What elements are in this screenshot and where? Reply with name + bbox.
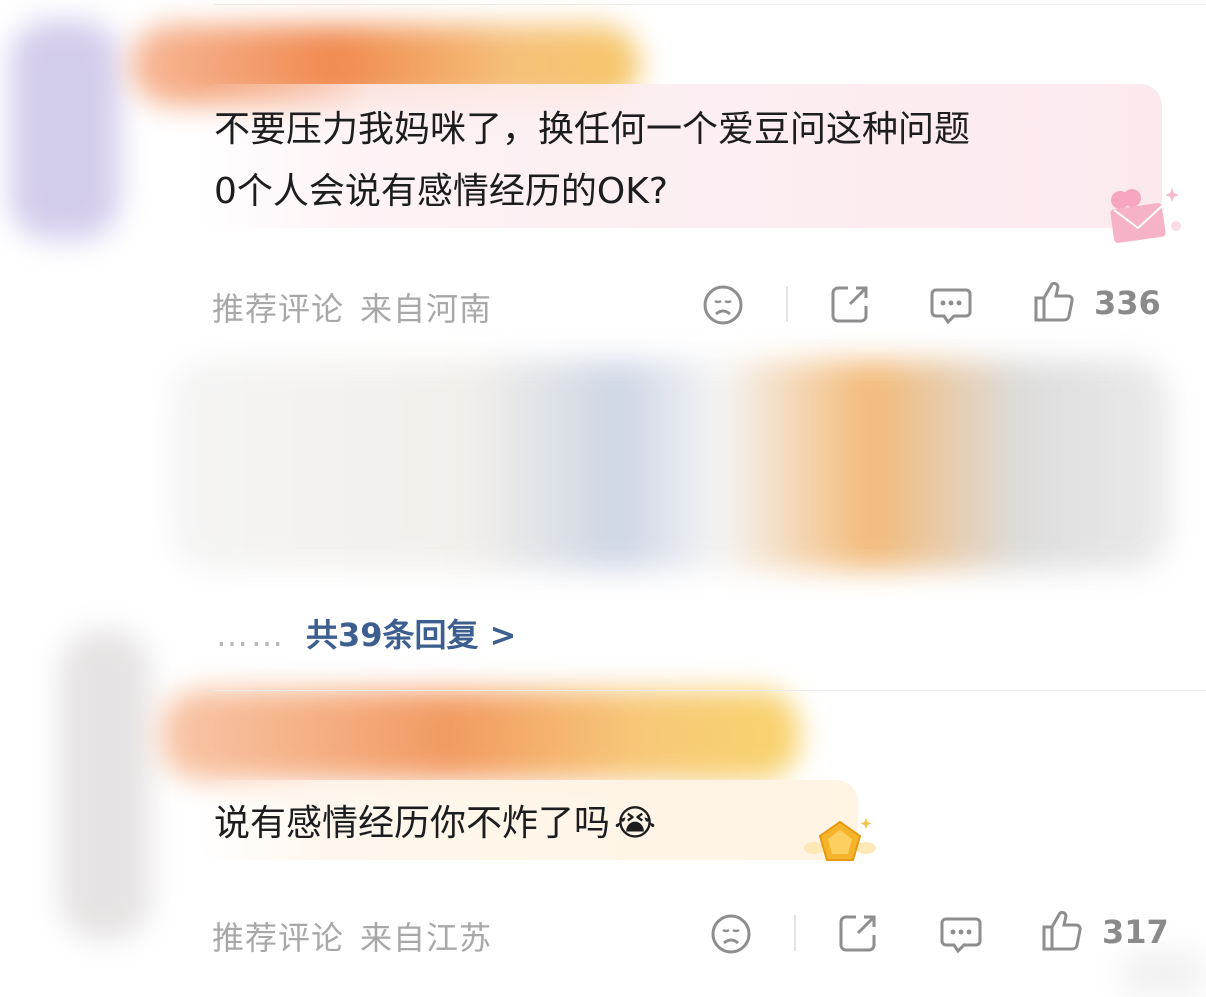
comment-meta-1: 推荐评论 来自河南 <box>212 284 492 330</box>
comment-divider <box>214 690 1206 691</box>
crying-emoji-icon: 😭 <box>614 803 657 844</box>
share-icon <box>831 286 868 323</box>
blurred-reply-preview <box>170 360 1170 570</box>
blurred-corner <box>1120 950 1206 997</box>
reply-button[interactable] <box>936 909 986 959</box>
comment-text-line-1: 不要压力我妈咪了，换任何一个爱豆问这种问题 <box>214 109 971 150</box>
view-replies-link[interactable]: …… 共39条回复 > <box>216 610 517 656</box>
reply-button[interactable] <box>926 280 976 330</box>
location-label: 来自江苏 <box>360 919 493 957</box>
recommended-tag: 推荐评论 <box>212 919 345 957</box>
thumbs-up-icon <box>1042 910 1082 951</box>
comment-text-line-2: 0个人会说有感情经历的OK? <box>214 171 668 212</box>
share-button[interactable] <box>826 280 874 328</box>
comment-meta-2: 推荐评论 来自江苏 <box>212 913 492 959</box>
action-divider <box>786 286 788 322</box>
dislike-button[interactable] <box>700 282 746 328</box>
top-divider <box>214 4 1206 5</box>
share-icon <box>839 915 876 952</box>
comment-icon <box>940 917 982 954</box>
comment-text-2: 说有感情经历你不炸了吗 😭 <box>214 796 656 852</box>
replies-dots: …… <box>216 616 286 654</box>
pentagon-badge-sticker <box>800 814 880 874</box>
heart-envelope-sticker <box>1102 180 1186 250</box>
action-divider <box>794 915 796 951</box>
comment-text-2-body: 说有感情经历你不炸了吗 <box>214 803 611 844</box>
share-button[interactable] <box>834 909 882 957</box>
sad-face-icon <box>711 914 751 954</box>
comment-icon <box>930 288 972 325</box>
blurred-username-2 <box>160 690 800 780</box>
sad-face-icon <box>703 285 743 325</box>
dislike-button[interactable] <box>708 911 754 957</box>
like-count-1: 336 <box>1094 284 1161 322</box>
recommended-tag: 推荐评论 <box>212 290 345 328</box>
location-label: 来自河南 <box>360 290 493 328</box>
thumbs-up-icon <box>1034 281 1074 322</box>
blurred-avatar-2 <box>60 630 150 940</box>
like-count-2: 317 <box>1102 913 1169 951</box>
like-button[interactable] <box>1030 278 1078 326</box>
like-button[interactable] <box>1038 907 1086 955</box>
replies-count-label: 共39条回复 > <box>306 616 517 654</box>
blurred-avatar-1 <box>10 20 120 240</box>
